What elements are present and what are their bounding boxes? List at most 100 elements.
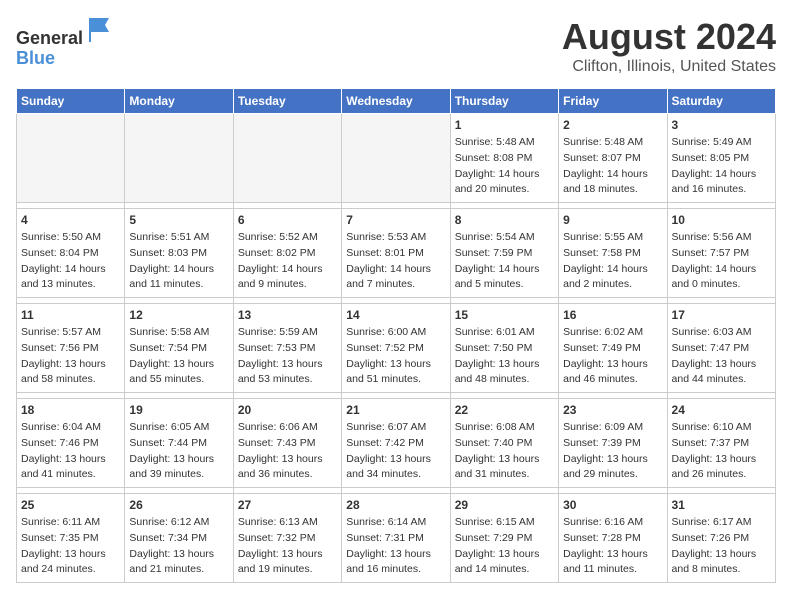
calendar-cell: 3 Sunrise: 5:49 AMSunset: 8:05 PMDaylight… xyxy=(667,114,775,203)
day-header-friday: Friday xyxy=(559,89,667,114)
calendar-cell: 24Sunrise: 6:10 AMSunset: 7:37 PMDayligh… xyxy=(667,399,775,488)
day-number: 29 xyxy=(455,498,554,512)
day-number: 14 xyxy=(346,308,445,322)
calendar-week-row: 11Sunrise: 5:57 AMSunset: 7:56 PMDayligh… xyxy=(17,304,776,393)
calendar-cell: 13 Sunrise: 5:59 AMSunset: 7:53 PMDayligh… xyxy=(233,304,341,393)
calendar-cell: 25 Sunrise: 6:11 AMSunset: 7:35 PMDayligh… xyxy=(17,494,125,583)
day-number: 25 xyxy=(21,498,120,512)
day-info: Sunrise: 5:49 AMSunset: 8:05 PMDaylight:… xyxy=(672,135,771,198)
calendar-cell: 23Sunrise: 6:09 AMSunset: 7:39 PMDayligh… xyxy=(559,399,667,488)
calendar-cell: 6 Sunrise: 5:52 AMSunset: 8:02 PMDaylight… xyxy=(233,209,341,298)
day-number: 20 xyxy=(238,403,337,417)
calendar-cell: 22 Sunrise: 6:08 AMSunset: 7:40 PMDayligh… xyxy=(450,399,558,488)
calendar-cell: 5 Sunrise: 5:51 AMSunset: 8:03 PMDaylight… xyxy=(125,209,233,298)
day-info: Sunrise: 6:11 AMSunset: 7:35 PMDaylight:… xyxy=(21,515,120,578)
day-info: Sunrise: 6:16 AMSunset: 7:28 PMDaylight:… xyxy=(563,515,662,578)
day-number: 13 xyxy=(238,308,337,322)
calendar-week-row: 18 Sunrise: 6:04 AMSunset: 7:46 PMDayligh… xyxy=(17,399,776,488)
calendar-cell: 12 Sunrise: 5:58 AMSunset: 7:54 PMDayligh… xyxy=(125,304,233,393)
day-header-wednesday: Wednesday xyxy=(342,89,450,114)
calendar-header-row: SundayMondayTuesdayWednesdayThursdayFrid… xyxy=(17,89,776,114)
day-info: Sunrise: 6:15 AMSunset: 7:29 PMDaylight:… xyxy=(455,515,554,578)
day-info: Sunrise: 6:03 AMSunset: 7:47 PMDaylight:… xyxy=(672,325,771,388)
day-number: 11 xyxy=(21,308,120,322)
calendar-cell: 19Sunrise: 6:05 AMSunset: 7:44 PMDayligh… xyxy=(125,399,233,488)
calendar-cell: 8 Sunrise: 5:54 AMSunset: 7:59 PMDaylight… xyxy=(450,209,558,298)
calendar-table: SundayMondayTuesdayWednesdayThursdayFrid… xyxy=(16,88,776,583)
day-number: 26 xyxy=(129,498,228,512)
calendar-cell: 30 Sunrise: 6:16 AMSunset: 7:28 PMDayligh… xyxy=(559,494,667,583)
page-header: General Blue August 2024 Clifton, Illino… xyxy=(16,16,776,76)
day-info: Sunrise: 6:10 AMSunset: 7:37 PMDaylight:… xyxy=(672,420,771,483)
day-info: Sunrise: 5:48 AMSunset: 8:08 PMDaylight:… xyxy=(455,135,554,198)
day-info: Sunrise: 6:13 AMSunset: 7:32 PMDaylight:… xyxy=(238,515,337,578)
day-info: Sunrise: 5:55 AMSunset: 7:58 PMDaylight:… xyxy=(563,230,662,293)
day-number: 17 xyxy=(672,308,771,322)
calendar-cell xyxy=(342,114,450,203)
subtitle: Clifton, Illinois, United States xyxy=(562,58,776,76)
day-number: 4 xyxy=(21,213,120,227)
day-info: Sunrise: 5:52 AMSunset: 8:02 PMDaylight:… xyxy=(238,230,337,293)
day-header-tuesday: Tuesday xyxy=(233,89,341,114)
day-info: Sunrise: 6:01 AMSunset: 7:50 PMDaylight:… xyxy=(455,325,554,388)
day-info: Sunrise: 6:02 AMSunset: 7:49 PMDaylight:… xyxy=(563,325,662,388)
calendar-cell: 2Sunrise: 5:48 AMSunset: 8:07 PMDaylight… xyxy=(559,114,667,203)
day-info: Sunrise: 5:59 AMSunset: 7:53 PMDaylight:… xyxy=(238,325,337,388)
day-info: Sunrise: 5:58 AMSunset: 7:54 PMDaylight:… xyxy=(129,325,228,388)
day-number: 18 xyxy=(21,403,120,417)
day-info: Sunrise: 5:54 AMSunset: 7:59 PMDaylight:… xyxy=(455,230,554,293)
day-header-monday: Monday xyxy=(125,89,233,114)
calendar-cell xyxy=(125,114,233,203)
day-number: 28 xyxy=(346,498,445,512)
day-number: 21 xyxy=(346,403,445,417)
calendar-cell: 9 Sunrise: 5:55 AMSunset: 7:58 PMDaylight… xyxy=(559,209,667,298)
day-info: Sunrise: 6:14 AMSunset: 7:31 PMDaylight:… xyxy=(346,515,445,578)
day-info: Sunrise: 6:06 AMSunset: 7:43 PMDaylight:… xyxy=(238,420,337,483)
day-info: Sunrise: 5:48 AMSunset: 8:07 PMDaylight:… xyxy=(563,135,662,198)
day-number: 3 xyxy=(672,118,771,132)
day-info: Sunrise: 6:07 AMSunset: 7:42 PMDaylight:… xyxy=(346,420,445,483)
day-number: 10 xyxy=(672,213,771,227)
day-number: 16 xyxy=(563,308,662,322)
day-header-saturday: Saturday xyxy=(667,89,775,114)
day-info: Sunrise: 6:04 AMSunset: 7:46 PMDaylight:… xyxy=(21,420,120,483)
calendar-cell: 15 Sunrise: 6:01 AMSunset: 7:50 PMDayligh… xyxy=(450,304,558,393)
calendar-cell: 7Sunrise: 5:53 AMSunset: 8:01 PMDaylight… xyxy=(342,209,450,298)
day-number: 8 xyxy=(455,213,554,227)
calendar-cell xyxy=(233,114,341,203)
day-info: Sunrise: 6:00 AMSunset: 7:52 PMDaylight:… xyxy=(346,325,445,388)
calendar-cell: 14 Sunrise: 6:00 AMSunset: 7:52 PMDayligh… xyxy=(342,304,450,393)
logo-flag-icon xyxy=(85,16,113,44)
calendar-cell: 20 Sunrise: 6:06 AMSunset: 7:43 PMDayligh… xyxy=(233,399,341,488)
calendar-cell: 31Sunrise: 6:17 AMSunset: 7:26 PMDayligh… xyxy=(667,494,775,583)
day-number: 9 xyxy=(563,213,662,227)
calendar-cell: 11Sunrise: 5:57 AMSunset: 7:56 PMDayligh… xyxy=(17,304,125,393)
calendar-cell: 21 Sunrise: 6:07 AMSunset: 7:42 PMDayligh… xyxy=(342,399,450,488)
day-number: 19 xyxy=(129,403,228,417)
calendar-cell: 29 Sunrise: 6:15 AMSunset: 7:29 PMDayligh… xyxy=(450,494,558,583)
logo-blue-text: Blue xyxy=(16,48,55,68)
day-number: 12 xyxy=(129,308,228,322)
calendar-cell: 28 Sunrise: 6:14 AMSunset: 7:31 PMDayligh… xyxy=(342,494,450,583)
calendar-cell xyxy=(17,114,125,203)
calendar-cell: 16 Sunrise: 6:02 AMSunset: 7:49 PMDayligh… xyxy=(559,304,667,393)
calendar-cell: 26 Sunrise: 6:12 AMSunset: 7:34 PMDayligh… xyxy=(125,494,233,583)
day-number: 6 xyxy=(238,213,337,227)
day-info: Sunrise: 5:51 AMSunset: 8:03 PMDaylight:… xyxy=(129,230,228,293)
day-info: Sunrise: 6:17 AMSunset: 7:26 PMDaylight:… xyxy=(672,515,771,578)
day-info: Sunrise: 6:12 AMSunset: 7:34 PMDaylight:… xyxy=(129,515,228,578)
day-info: Sunrise: 6:08 AMSunset: 7:40 PMDaylight:… xyxy=(455,420,554,483)
calendar-week-row: 1Sunrise: 5:48 AMSunset: 8:08 PMDaylight… xyxy=(17,114,776,203)
calendar-cell: 18 Sunrise: 6:04 AMSunset: 7:46 PMDayligh… xyxy=(17,399,125,488)
logo-general-text: General xyxy=(16,28,83,48)
calendar-cell: 17 Sunrise: 6:03 AMSunset: 7:47 PMDayligh… xyxy=(667,304,775,393)
day-header-thursday: Thursday xyxy=(450,89,558,114)
calendar-week-row: 25 Sunrise: 6:11 AMSunset: 7:35 PMDayligh… xyxy=(17,494,776,583)
day-header-sunday: Sunday xyxy=(17,89,125,114)
day-number: 30 xyxy=(563,498,662,512)
calendar-week-row: 4Sunrise: 5:50 AMSunset: 8:04 PMDaylight… xyxy=(17,209,776,298)
logo: General Blue xyxy=(16,16,113,69)
day-number: 22 xyxy=(455,403,554,417)
day-number: 15 xyxy=(455,308,554,322)
day-number: 5 xyxy=(129,213,228,227)
